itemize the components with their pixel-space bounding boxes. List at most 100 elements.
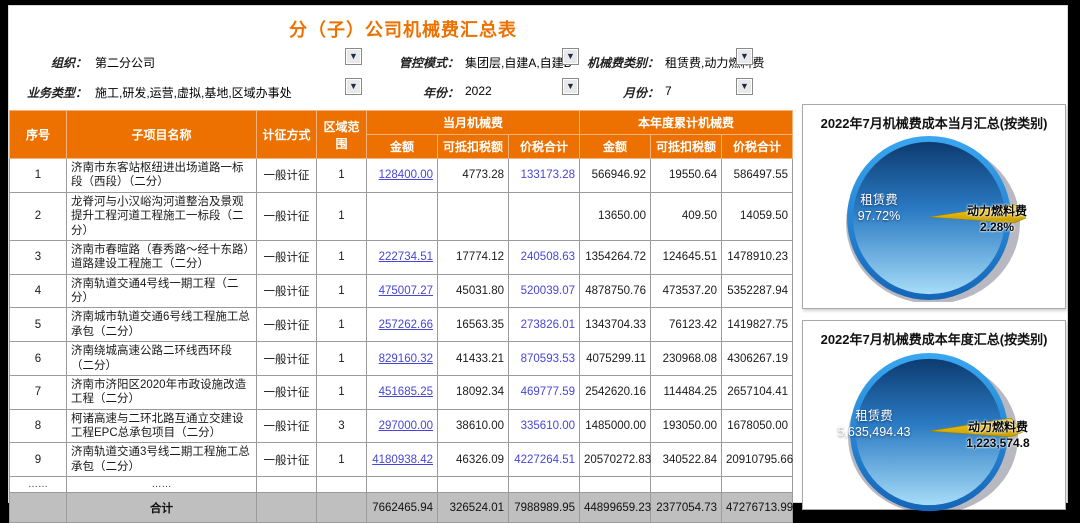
table-row: 3 济南市春暄路（春秀路～经十东路）道路建设工程施工（二分） 一般计征 1 22… [10, 240, 793, 274]
row-region: 1 [317, 375, 367, 409]
month-deductible: 18092.34 [438, 375, 509, 409]
month-amount-link [367, 192, 438, 240]
machinery-cost-table: 序号 子项目名称 计征方式 区域范围 当月机械费 本年度累计机械费 金额 可抵扣… [9, 110, 793, 523]
col-header-month-amount: 金额 [367, 135, 438, 159]
table-row: 6 济南绕城高速公路二环线西环段（二分） 一般计征 1 829160.32 41… [10, 342, 793, 376]
year-total: 5352287.94 [722, 274, 793, 308]
total-row: 合计 7662465.94 326524.01 7988989.95 44899… [10, 493, 793, 523]
month-amount-link[interactable]: 475007.27 [367, 274, 438, 308]
ellipsis-row: …… …… [10, 477, 793, 493]
month-dropdown-icon[interactable]: ▼ [736, 78, 753, 95]
business-type-filter-value: 施工,研发,运营,虚拟,基地,区域办事处 [95, 84, 292, 101]
col-header-region: 区域范围 [317, 111, 367, 159]
year-amount: 1354264.72 [580, 240, 651, 274]
month-total: 520039.07 [509, 274, 580, 308]
total-month-total: 7988989.95 [509, 493, 580, 523]
row-region: 1 [317, 308, 367, 342]
total-year-total: 47276713.99 [722, 493, 793, 523]
year-amount: 20570272.83 [580, 443, 651, 477]
month-amount-link[interactable]: 451685.25 [367, 375, 438, 409]
year-deductible: 409.50 [651, 192, 722, 240]
year-deductible: 473537.20 [651, 274, 722, 308]
month-filter-label: 月份： [575, 84, 659, 101]
fuel-slice-label: 动力燃料费 1,223,574.8 [940, 420, 1056, 451]
year-deductible: 340522.84 [651, 443, 722, 477]
row-project-name: 济南市春暄路（春秀路～经十东路）道路建设工程施工（二分） [67, 240, 257, 274]
row-method: 一般计征 [257, 375, 317, 409]
month-total: 870593.53 [509, 342, 580, 376]
business-type-filter-label: 业务类型： [19, 84, 87, 101]
month-deductible [438, 192, 509, 240]
table-row: 4 济南轨道交通4号线一期工程（二分） 一般计征 1 475007.27 450… [10, 274, 793, 308]
row-project-name: 济南市济阳区2020年市政设施改造工程（二分） [67, 375, 257, 409]
row-region: 1 [317, 443, 367, 477]
month-amount-link[interactable]: 128400.00 [367, 159, 438, 193]
month-total: 240508.63 [509, 240, 580, 274]
row-region: 3 [317, 409, 367, 443]
year-total: 1678050.00 [722, 409, 793, 443]
row-project-name: 济南城市轨道交通6号线工程施工总承包（二分） [67, 308, 257, 342]
annual-pie-panel: 2022年7月机械费成本年度汇总(按类别) 租赁费 5,635,494.43 动… [802, 320, 1066, 510]
business-type-dropdown-icon[interactable]: ▼ [345, 78, 362, 95]
year-amount: 1485000.00 [580, 409, 651, 443]
page-title: 分（子）公司机械费汇总表 [9, 16, 797, 42]
col-header-year-amount: 金额 [580, 135, 651, 159]
year-filter-label: 年份： [387, 84, 459, 101]
year-amount: 566946.92 [580, 159, 651, 193]
table-row: 5 济南城市轨道交通6号线工程施工总承包（二分） 一般计征 1 257262.6… [10, 308, 793, 342]
chart-column: 2022年7月机械费成本当月汇总(按类别) 租赁费 97.72% 动力燃料费 2… [802, 104, 1066, 521]
row-seq: 3 [10, 240, 67, 274]
col-header-seq: 序号 [10, 111, 67, 159]
fee-category-dropdown-icon[interactable]: ▼ [736, 48, 753, 65]
row-seq: 5 [10, 308, 67, 342]
month-deductible: 46326.09 [438, 443, 509, 477]
year-total: 1478910.23 [722, 240, 793, 274]
row-method: 一般计征 [257, 443, 317, 477]
month-total: 335610.00 [509, 409, 580, 443]
month-amount-link[interactable]: 297000.00 [367, 409, 438, 443]
row-project-name: 济南轨道交通4号线一期工程（二分） [67, 274, 257, 308]
org-dropdown-icon[interactable]: ▼ [345, 48, 362, 65]
row-method: 一般计征 [257, 409, 317, 443]
control-mode-filter-label: 管控模式： [387, 54, 459, 71]
rental-slice-label: 租赁费 5,635,494.43 [810, 408, 938, 441]
row-method: 一般计征 [257, 274, 317, 308]
report-page: 分（子）公司机械费汇总表 组织： 第二分公司 ▼ 管控模式： 集团层,自建A,自… [8, 5, 1068, 503]
month-amount-link[interactable]: 257262.66 [367, 308, 438, 342]
year-amount: 2542620.16 [580, 375, 651, 409]
monthly-pie-panel: 2022年7月机械费成本当月汇总(按类别) 租赁费 97.72% 动力燃料费 2… [802, 104, 1066, 309]
month-total: 4227264.51 [509, 443, 580, 477]
table-row: 2 龙脊河与小汉峪沟河道整治及景观提升工程河道工程施工一标段（二分） 一般计征 … [10, 192, 793, 240]
row-seq: 8 [10, 409, 67, 443]
year-deductible: 19550.64 [651, 159, 722, 193]
table-row: 8 柯诸高速与二环北路互通立交建设工程EPC总承包项目（二分） 一般计征 3 2… [10, 409, 793, 443]
total-label: 合计 [67, 493, 257, 523]
row-method: 一般计征 [257, 192, 317, 240]
col-header-project: 子项目名称 [67, 111, 257, 159]
year-deductible: 114484.25 [651, 375, 722, 409]
filter-bar: 组织： 第二分公司 ▼ 管控模式： 集团层,自建A,自建B ▼ 机械费类别： 租… [9, 50, 797, 108]
year-total: 1419827.75 [722, 308, 793, 342]
org-filter-value: 第二分公司 [95, 54, 155, 71]
row-seq: 9 [10, 443, 67, 477]
col-header-month-deductible: 可抵扣税额 [438, 135, 509, 159]
row-method: 一般计征 [257, 159, 317, 193]
row-method: 一般计征 [257, 240, 317, 274]
month-amount-link[interactable]: 222734.51 [367, 240, 438, 274]
month-total: 469777.59 [509, 375, 580, 409]
year-amount: 4878750.76 [580, 274, 651, 308]
total-year-amount: 44899659.23 [580, 493, 651, 523]
row-method: 一般计征 [257, 342, 317, 376]
year-deductible: 124645.51 [651, 240, 722, 274]
month-deductible: 38610.00 [438, 409, 509, 443]
table-row: 1 济南市东客站枢纽进出场道路一标段（西段）（二分） 一般计征 1 128400… [10, 159, 793, 193]
row-seq: 6 [10, 342, 67, 376]
year-deductible: 76123.42 [651, 308, 722, 342]
month-amount-link[interactable]: 829160.32 [367, 342, 438, 376]
row-method: 一般计征 [257, 308, 317, 342]
month-amount-link[interactable]: 4180938.42 [367, 443, 438, 477]
fuel-slice-label: 动力燃料费 2.28% [944, 204, 1050, 235]
month-deductible: 17774.12 [438, 240, 509, 274]
row-project-name: 济南轨道交通3号线二期工程施工总承包（二分） [67, 443, 257, 477]
row-project-name: 济南绕城高速公路二环线西环段（二分） [67, 342, 257, 376]
